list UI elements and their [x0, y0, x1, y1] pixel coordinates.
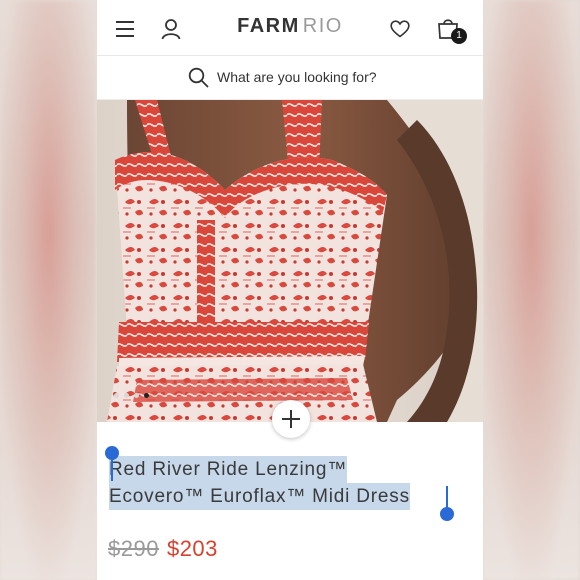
product-title: Red River Ride Lenzing™ Ecovero™ Eurofla…	[109, 456, 471, 510]
price-row: $290 $203	[108, 536, 218, 562]
product-title-line-2: Ecovero™ Euroflax™ Midi Dress	[109, 483, 410, 510]
search-icon	[188, 67, 209, 88]
gallery-dot[interactable]	[124, 393, 129, 398]
add-to-bag-button[interactable]	[272, 400, 310, 438]
dress-photo	[97, 100, 483, 422]
selection-start-handle[interactable]	[105, 446, 119, 460]
search-input[interactable]: What are you looking for?	[217, 69, 377, 85]
brand-secondary: RIO	[302, 15, 343, 37]
gallery-dot[interactable]	[114, 393, 119, 398]
selection-end-handle[interactable]	[440, 507, 454, 521]
search-bar[interactable]: What are you looking for?	[97, 56, 483, 100]
product-title-line-1: Red River Ride Lenzing™	[109, 456, 348, 483]
background-blur-right	[483, 0, 580, 580]
background-blur-left	[0, 0, 97, 580]
product-image[interactable]	[97, 100, 483, 422]
cart-count-badge: 1	[451, 28, 467, 44]
gallery-dot-active[interactable]	[144, 393, 149, 398]
gallery-dot[interactable]	[134, 393, 139, 398]
brand-logo[interactable]: FARM RIO	[97, 15, 483, 38]
original-price: $290	[108, 536, 159, 561]
brand-primary: FARM	[237, 15, 300, 37]
heart-icon[interactable]	[390, 20, 410, 38]
sale-price: $203	[166, 536, 218, 561]
mobile-page: FARM RIO 1 What are you looking for? Red…	[97, 0, 483, 580]
top-navigation-bar: FARM RIO 1	[97, 0, 483, 56]
